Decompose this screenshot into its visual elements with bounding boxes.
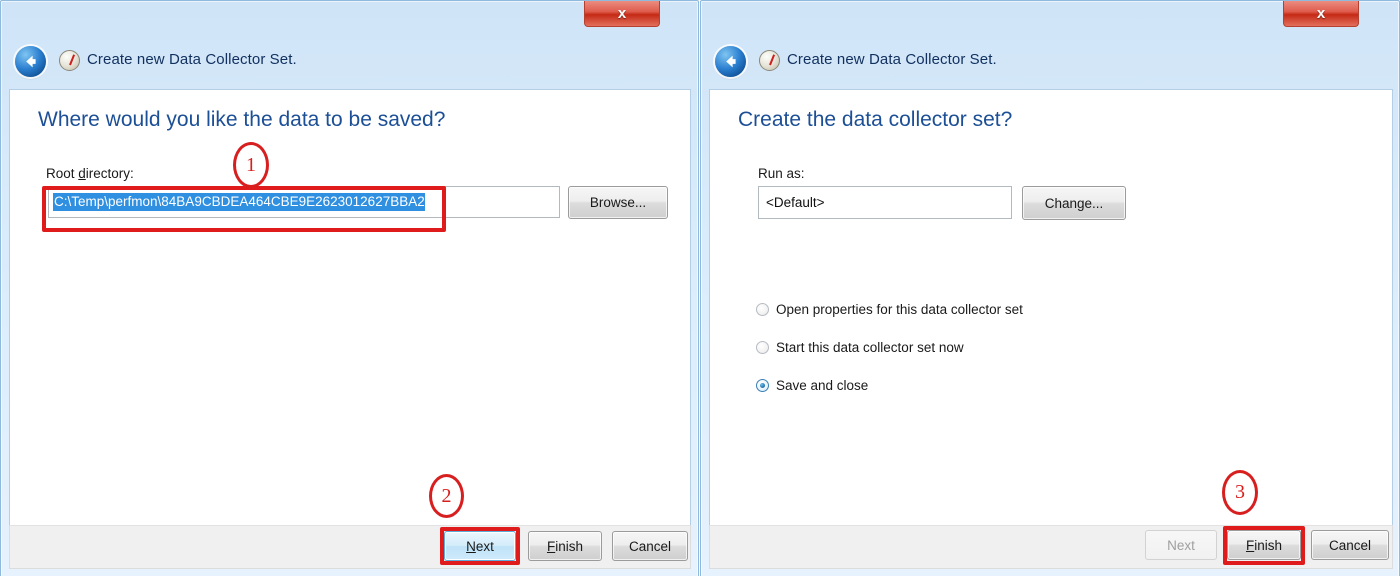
- left-navbar: Create new Data Collector Set.: [1, 43, 698, 87]
- close-icon[interactable]: x: [1283, 1, 1359, 27]
- radio-start-now[interactable]: Start this data collector set now: [756, 340, 964, 355]
- radio-save-and-close[interactable]: Save and close: [756, 378, 868, 393]
- run-as-value: <Default>: [766, 195, 825, 210]
- window-save-location: x Create new Data Collector Set. Where w…: [0, 0, 699, 576]
- back-icon[interactable]: [15, 46, 46, 77]
- window-create-set: x Create new Data Collector Set. Create …: [700, 0, 1400, 576]
- right-cancel-button[interactable]: Cancel: [1311, 530, 1389, 560]
- close-icon[interactable]: x: [584, 1, 660, 27]
- perfmon-gauge-icon: [59, 50, 80, 71]
- radio-dot-icon: [756, 379, 769, 392]
- run-as-input[interactable]: <Default>: [758, 186, 1012, 219]
- radio-label: Open properties for this data collector …: [776, 302, 1023, 317]
- page-title: Create the data collector set?: [738, 108, 1013, 131]
- radio-label: Start this data collector set now: [776, 340, 964, 355]
- right-navbar: Create new Data Collector Set.: [701, 43, 1399, 87]
- left-next-button[interactable]: Next: [444, 531, 516, 561]
- radio-dot-icon: [756, 341, 769, 354]
- screenshot-root: x Create new Data Collector Set. Where w…: [0, 0, 1400, 576]
- left-finish-button[interactable]: Finish: [528, 531, 602, 561]
- root-directory-value: C:\Temp\perfmon\84BA9CBDEA464CBE9E262301…: [53, 193, 425, 211]
- change-button[interactable]: Change...: [1022, 186, 1126, 220]
- left-content-panel: Where would you like the data to be save…: [9, 89, 691, 526]
- root-directory-label: Root directory:: [46, 166, 134, 181]
- run-as-label: Run as:: [758, 166, 805, 181]
- window-nav-title: Create new Data Collector Set.: [787, 51, 997, 68]
- radio-dot-icon: [756, 303, 769, 316]
- root-directory-input[interactable]: C:\Temp\perfmon\84BA9CBDEA464CBE9E262301…: [48, 186, 560, 218]
- window-nav-title: Create new Data Collector Set.: [87, 51, 297, 68]
- left-cancel-button[interactable]: Cancel: [612, 531, 688, 561]
- right-finish-button[interactable]: Finish: [1227, 530, 1301, 560]
- radio-open-properties[interactable]: Open properties for this data collector …: [756, 302, 1023, 317]
- radio-label: Save and close: [776, 378, 869, 393]
- page-title: Where would you like the data to be save…: [38, 108, 446, 131]
- right-content-panel: Create the data collector set? Run as: <…: [709, 89, 1393, 526]
- back-icon[interactable]: [715, 46, 746, 77]
- perfmon-gauge-icon: [759, 50, 780, 71]
- browse-button[interactable]: Browse...: [568, 186, 668, 219]
- right-next-button: Next: [1145, 530, 1217, 560]
